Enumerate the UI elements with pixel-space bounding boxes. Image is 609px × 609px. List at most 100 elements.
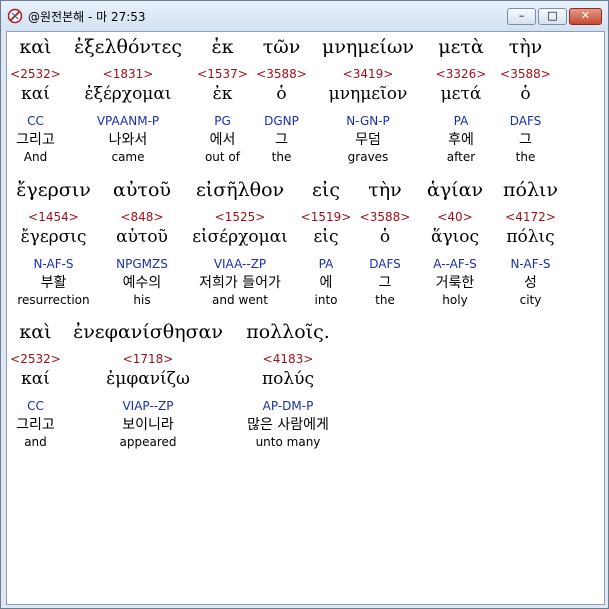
strong-number[interactable]: <3419> [310, 67, 426, 81]
english-gloss: unto many [255, 435, 321, 449]
greek-word: μνημείων [322, 36, 414, 58]
korean-gloss: 그리고 [16, 417, 55, 433]
strong-number[interactable]: <40> [414, 210, 496, 224]
strong-number[interactable]: <4172> [496, 210, 565, 224]
strong-number[interactable]: <3588> [356, 210, 414, 224]
greek-word: ἔγερσιν [16, 179, 91, 201]
lemma: πολύς [261, 369, 315, 389]
greek-word: καὶ [19, 321, 52, 343]
word-column[interactable]: ἁγίαν <40> ἅγιος A--AF-S 거룩한 holy [414, 175, 496, 315]
morphology-code: PA [453, 114, 469, 128]
english-gloss: graves [347, 150, 389, 164]
lemma: αὑτοῦ [116, 227, 168, 247]
morphology-code: AP-DM-P [262, 399, 314, 413]
strong-number[interactable]: <3588> [496, 67, 555, 81]
title-bar[interactable]: @원전본해 - 마 27:53 – □ ✕ [1, 1, 608, 31]
english-gloss: the [515, 150, 536, 164]
word-column[interactable]: τῶν <3588> ὁ DGNP 그 the [253, 32, 310, 172]
strong-number[interactable]: <3326> [426, 67, 496, 81]
lemma: ἔγερσις [20, 227, 87, 247]
korean-gloss: 나와서 [108, 132, 148, 148]
window-title: @원전본해 - 마 27:53 [28, 10, 146, 24]
word-column[interactable]: πόλιν <4172> πόλις N-AF-S 성 city [496, 175, 565, 315]
word-column[interactable]: μνημείων <3419> μνημεῖον N-GN-P 무덤 grave… [310, 32, 426, 172]
strong-number[interactable]: <2532> [7, 352, 64, 366]
greek-word: ἐνεφανίσθησαν [73, 321, 223, 343]
morphology-code: PA [318, 257, 334, 271]
greek-word: ἁγίαν [426, 179, 484, 201]
word-column[interactable]: τὴν <3588> ὁ DAFS 그 the [356, 175, 414, 315]
word-column[interactable]: ἐξελθόντες <1831> ἐξέρχομαι VPAANM-P 나와서… [64, 32, 192, 172]
interlinear-content[interactable]: καὶ <2532> καί CC 그리고 And ἐξελθόντες <18… [6, 31, 605, 605]
morphology-code: CC [27, 114, 44, 128]
korean-gloss: 부활 [40, 275, 67, 291]
morphology-code: N-AF-S [33, 257, 74, 271]
lemma: ὁ [276, 84, 287, 104]
strong-number[interactable]: <1718> [64, 352, 232, 366]
strong-number[interactable]: <1454> [7, 210, 100, 224]
word-column[interactable]: καὶ <2532> καί CC 그리고 and [7, 317, 64, 457]
lemma: εἰσέρχομαι [192, 227, 288, 247]
minimize-icon: – [518, 9, 525, 22]
word-column[interactable]: πολλοῖς. <4183> πολύς AP-DM-P 많은 사람에게 un… [232, 317, 344, 457]
korean-gloss: 그 [275, 132, 288, 148]
maximize-button[interactable]: □ [538, 8, 567, 25]
word-column[interactable]: εἰσῆλθον <1525> εἰσέρχομαι VIAA--ZP 저희가 … [184, 175, 296, 315]
word-column[interactable]: ἐκ <1537> ἐκ PG 에서 out of [192, 32, 253, 172]
close-button[interactable]: ✕ [569, 8, 602, 25]
morphology-code: PG [214, 114, 231, 128]
english-gloss: city [519, 293, 542, 307]
korean-gloss: 많은 사람에게 [247, 417, 329, 433]
strong-number[interactable]: <1525> [184, 210, 296, 224]
strong-number[interactable]: <1519> [296, 210, 356, 224]
word-column[interactable]: εἰς <1519> εἰς PA 에 into [296, 175, 356, 315]
app-icon [7, 8, 23, 24]
english-gloss: the [271, 150, 292, 164]
word-column[interactable]: αὐτοῦ <848> αὑτοῦ NPGMZS 예수의 his [100, 175, 184, 315]
korean-gloss: 에 [319, 275, 333, 291]
strong-number[interactable]: <3588> [253, 67, 310, 81]
app-window: @원전본해 - 마 27:53 – □ ✕ καὶ <2532> καί CC … [0, 0, 609, 609]
lemma: μνημεῖον [328, 84, 408, 104]
strong-number[interactable]: <4183> [232, 352, 344, 366]
minimize-button[interactable]: – [507, 8, 536, 25]
strong-number[interactable]: <2532> [7, 67, 64, 81]
greek-word: εἰσῆλθον [195, 179, 285, 201]
korean-gloss: 그 [378, 275, 392, 291]
korean-gloss: 그리고 [16, 132, 55, 148]
greek-word: πόλιν [503, 179, 558, 201]
lemma: μετά [440, 84, 482, 104]
english-gloss: and went [212, 293, 268, 307]
english-gloss: resurrection [17, 293, 90, 307]
morphology-code: VPAANM-P [96, 114, 160, 128]
english-gloss: came [111, 150, 145, 164]
greek-word: μετὰ [438, 36, 484, 58]
english-gloss: out of [204, 150, 241, 164]
word-column[interactable]: ἐνεφανίσθησαν <1718> ἐμφανίζω VIAP--ZP 보… [64, 317, 232, 457]
english-gloss: after [446, 150, 476, 164]
lemma: ὁ [379, 227, 391, 247]
word-column[interactable]: μετὰ <3326> μετά PA 후에 after [426, 32, 496, 172]
morphology-code: DAFS [369, 257, 401, 271]
lemma: εἰς [313, 227, 339, 247]
morphology-code: DAFS [509, 114, 542, 128]
strong-number[interactable]: <1537> [192, 67, 253, 81]
greek-word: ἐξελθόντες [74, 36, 182, 58]
lemma: καί [21, 84, 50, 104]
word-column[interactable]: καὶ <2532> καί CC 그리고 And [7, 32, 64, 172]
greek-word: αὐτοῦ [113, 179, 171, 201]
morphology-code: VIAP--ZP [122, 399, 174, 413]
morphology-code: N-GN-P [346, 114, 390, 128]
morphology-code: VIAA--ZP [213, 257, 267, 271]
morphology-code: DGNP [264, 114, 299, 128]
korean-gloss: 에서 [209, 132, 236, 148]
maximize-icon: □ [547, 9, 558, 22]
word-column[interactable]: τὴν <3588> ὁ DAFS 그 the [496, 32, 555, 172]
morphology-code: NPGMZS [116, 257, 168, 271]
greek-word: τὴν [508, 36, 543, 58]
korean-gloss: 후에 [448, 132, 474, 148]
word-column[interactable]: ἔγερσιν <1454> ἔγερσις N-AF-S 부활 resurre… [7, 175, 100, 315]
strong-number[interactable]: <848> [100, 210, 184, 224]
korean-gloss: 보이니라 [122, 417, 174, 433]
strong-number[interactable]: <1831> [64, 67, 192, 81]
